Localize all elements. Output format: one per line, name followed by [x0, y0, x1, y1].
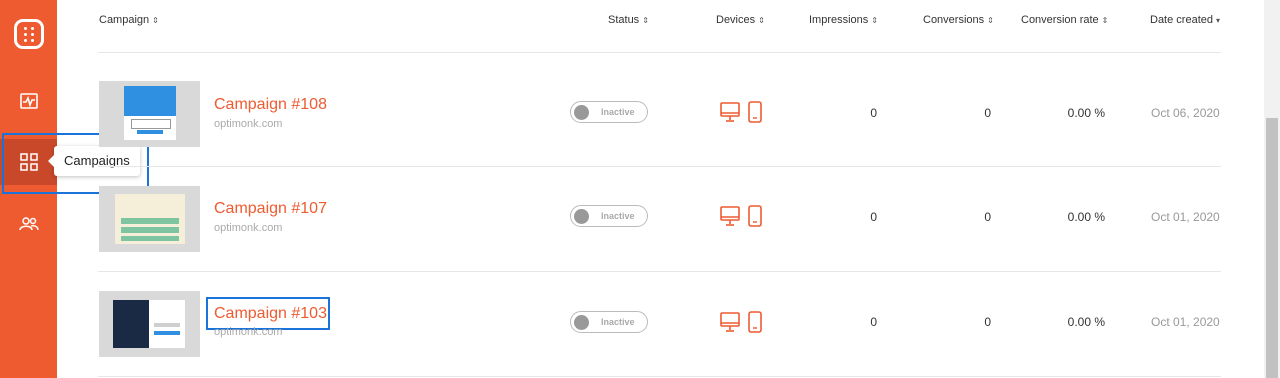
conversions-value: 0	[984, 106, 991, 120]
conversion-rate-value: 0.00 %	[1067, 210, 1105, 224]
campaign-thumbnail[interactable]	[99, 291, 200, 357]
header-date-created-label: Date created	[1150, 14, 1213, 26]
mobile-icon	[748, 101, 762, 123]
users-icon	[18, 217, 39, 231]
conversion-rate-value: 0.00 %	[1067, 106, 1105, 120]
status-label: Inactive	[601, 107, 635, 117]
header-impressions[interactable]: Impressions ⇕	[809, 14, 878, 26]
sort-icon: ⇕	[987, 16, 994, 25]
divider	[98, 271, 1221, 272]
status-toggle[interactable]: Inactive	[570, 101, 648, 123]
conversion-rate-value: 0.00 %	[1067, 315, 1105, 329]
toggle-knob	[574, 209, 589, 224]
date-created-value: Oct 01, 2020	[1151, 210, 1220, 224]
scrollbar[interactable]	[1264, 0, 1280, 378]
campaign-domain: optimonk.com	[214, 222, 283, 234]
campaign-name-link[interactable]: Campaign #108	[214, 96, 327, 114]
conversions-value: 0	[984, 315, 991, 329]
mobile-icon	[748, 311, 762, 333]
conversions-value: 0	[984, 210, 991, 224]
scrollbar-thumb[interactable]	[1266, 118, 1278, 378]
app-logo[interactable]	[14, 19, 44, 49]
sort-icon: ⇕	[871, 16, 878, 25]
campaign-name-link[interactable]: Campaign #103	[214, 305, 327, 323]
campaign-thumbnail[interactable]	[99, 81, 200, 147]
desktop-icon	[720, 206, 740, 226]
campaign-thumbnail[interactable]	[99, 186, 200, 252]
header-devices[interactable]: Devices ⇕	[716, 14, 765, 26]
campaign-name-link[interactable]: Campaign #107	[214, 200, 327, 218]
campaign-domain: optimonk.com	[214, 118, 283, 130]
analytics-icon	[19, 93, 38, 109]
status-label: Inactive	[601, 317, 635, 327]
sort-desc-icon: ▾	[1215, 16, 1220, 25]
campaign-domain: optimonk.com	[214, 326, 283, 338]
sort-icon: ⇕	[642, 16, 649, 25]
status-toggle[interactable]: Inactive	[570, 205, 648, 227]
desktop-icon	[720, 312, 740, 332]
toggle-knob	[574, 105, 589, 120]
header-campaign-label: Campaign	[99, 14, 150, 26]
header-devices-label: Devices	[716, 14, 756, 26]
sort-icon: ⇕	[758, 16, 765, 25]
sort-icon: ⇕	[152, 16, 159, 25]
toggle-knob	[574, 315, 589, 330]
desktop-icon	[720, 102, 740, 122]
header-conversions[interactable]: Conversions ⇕	[923, 14, 994, 26]
sort-icon: ⇕	[1101, 16, 1109, 25]
header-impressions-label: Impressions	[809, 14, 869, 26]
header-status[interactable]: Status ⇕	[608, 14, 649, 26]
header-date-created[interactable]: Date created ▾	[1150, 14, 1220, 26]
divider	[98, 52, 1221, 53]
header-conversion-rate-label: Conversion rate	[1021, 14, 1099, 26]
header-status-label: Status	[608, 14, 640, 26]
divider	[98, 166, 1221, 167]
date-created-value: Oct 01, 2020	[1151, 315, 1220, 329]
impressions-value: 0	[870, 210, 877, 224]
status-toggle[interactable]: Inactive	[570, 311, 648, 333]
divider	[98, 376, 1221, 377]
impressions-value: 0	[870, 315, 877, 329]
impressions-value: 0	[870, 106, 877, 120]
header-campaign[interactable]: Campaign ⇕	[99, 14, 159, 26]
date-created-value: Oct 06, 2020	[1151, 106, 1220, 120]
mobile-icon	[748, 205, 762, 227]
sidebar-item-users[interactable]	[0, 201, 57, 247]
header-conversion-rate[interactable]: Conversion rate ⇕	[1021, 14, 1108, 26]
status-label: Inactive	[601, 211, 635, 221]
sidebar-item-analytics[interactable]	[0, 78, 57, 124]
header-conversions-label: Conversions	[923, 14, 985, 26]
